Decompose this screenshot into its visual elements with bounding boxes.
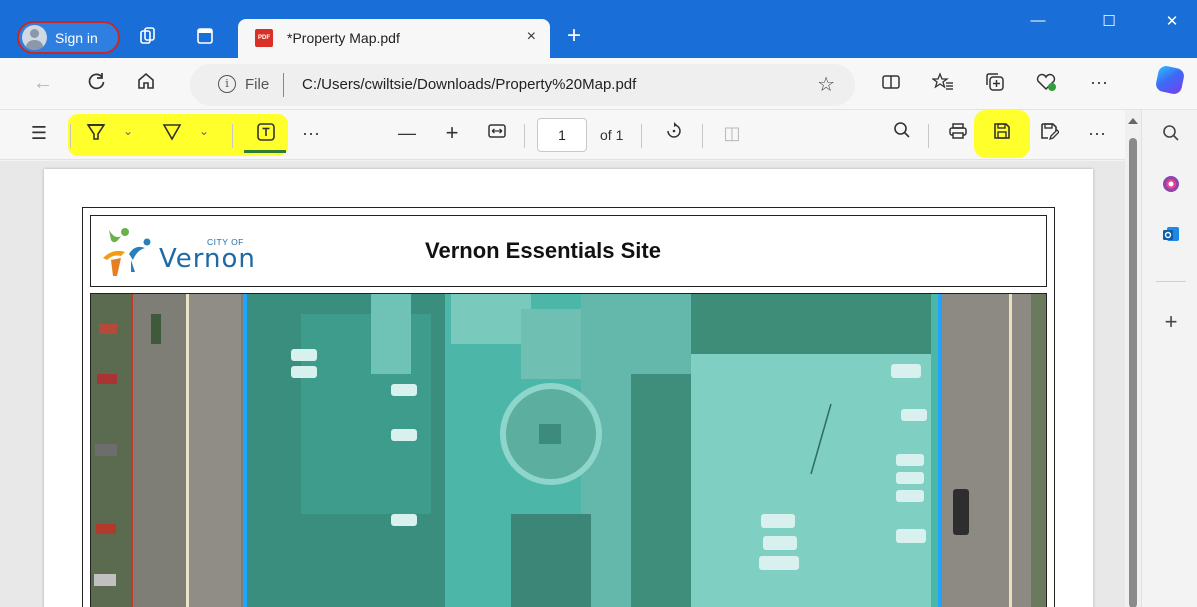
profile-avatar-icon <box>22 25 47 50</box>
contents-icon[interactable]: ☰ <box>27 121 51 145</box>
site-info-icon[interactable]: i <box>218 75 236 93</box>
save-as-icon[interactable] <box>1037 121 1061 145</box>
minimize-button[interactable]: — <box>1023 12 1053 29</box>
workspaces-icon[interactable] <box>137 26 159 48</box>
logo-vernon: Vernon <box>159 244 256 274</box>
toolbar-divider <box>70 124 71 148</box>
office-icon[interactable] <box>1159 174 1183 198</box>
tab-close-icon[interactable]: × <box>527 28 536 46</box>
toolbar-divider <box>524 124 525 148</box>
map-title: Vernon Essentials Site <box>425 238 661 263</box>
draw-icon[interactable] <box>160 121 184 145</box>
zoom-out-button[interactable]: — <box>395 121 419 145</box>
highlight-icon[interactable] <box>84 121 108 145</box>
scheme-label: File <box>245 76 270 93</box>
pdf-more-options-icon[interactable]: ··· <box>1085 121 1109 145</box>
browser-essentials-icon[interactable] <box>1033 72 1059 97</box>
settings-more-icon[interactable]: ··· <box>1086 72 1112 93</box>
favorite-star-icon[interactable]: ☆ <box>817 72 835 97</box>
pdf-file-icon: PDF <box>255 29 273 47</box>
pdf-page: CITY OF Vernon Vernon Essentials Site <box>44 169 1093 607</box>
toolbar-divider <box>641 124 642 148</box>
vertical-scrollbar[interactable] <box>1125 110 1141 607</box>
scroll-up-arrow-icon[interactable] <box>1128 118 1138 124</box>
search-icon[interactable] <box>890 121 914 145</box>
back-button[interactable]: ← <box>30 72 56 95</box>
scroll-thumb[interactable] <box>1129 138 1137 607</box>
sign-in-button[interactable]: Sign in <box>17 21 120 54</box>
edge-sidebar: + <box>1141 110 1197 607</box>
vernon-logo-mark-icon <box>103 228 151 276</box>
collections-icon[interactable] <box>982 72 1008 97</box>
favorites-icon[interactable] <box>930 72 956 97</box>
toolbar-divider <box>232 124 233 148</box>
tab-actions-icon[interactable] <box>194 26 216 48</box>
outlook-icon[interactable] <box>1159 224 1183 248</box>
address-bar[interactable]: i File C:/Users/cwiltsie/Downloads/Prope… <box>190 64 855 106</box>
title-bar: Sign in PDF *Property Map.pdf × + — ☐ ✕ <box>0 0 1197 58</box>
city-of-vernon-logo: CITY OF Vernon <box>101 224 271 282</box>
new-tab-button[interactable]: + <box>567 22 581 50</box>
sign-in-label: Sign in <box>55 29 98 46</box>
aerial-map-image <box>90 293 1047 607</box>
close-window-button[interactable]: ✕ <box>1157 12 1187 30</box>
address-separator <box>283 73 284 97</box>
maximize-button[interactable]: ☐ <box>1094 12 1124 30</box>
fit-width-icon[interactable] <box>485 121 509 145</box>
url-text[interactable]: C:/Users/cwiltsie/Downloads/Property%20M… <box>302 76 636 93</box>
pdf-toolbar: ☰ ⌄ ⌄ ··· — + 1 of 1 ◫ ··· <box>0 110 1125 160</box>
sidebar-search-icon[interactable] <box>1159 124 1183 148</box>
add-sidebar-app-icon[interactable]: + <box>1159 310 1183 334</box>
address-toolbar: ← i File C:/Users/cwiltsie/Downloads/Pro… <box>0 58 1197 110</box>
text-tool-active-indicator <box>244 150 286 153</box>
draw-options-chevron-icon[interactable]: ⌄ <box>199 124 209 138</box>
highlight-options-chevron-icon[interactable]: ⌄ <box>123 124 133 138</box>
page-count-label: of 1 <box>600 127 624 143</box>
refresh-button[interactable] <box>84 71 110 97</box>
add-text-icon[interactable] <box>254 121 278 145</box>
home-button[interactable] <box>133 71 159 97</box>
save-icon[interactable] <box>990 121 1014 145</box>
toolbar-divider <box>928 124 929 148</box>
more-tools-icon[interactable]: ··· <box>299 121 323 145</box>
tab-title: *Property Map.pdf <box>287 30 400 46</box>
map-header: CITY OF Vernon Vernon Essentials Site <box>90 215 1047 287</box>
pdf-viewer[interactable]: CITY OF Vernon Vernon Essentials Site <box>0 161 1125 607</box>
print-icon[interactable] <box>946 121 970 145</box>
toolbar-divider <box>702 124 703 148</box>
page-view-icon[interactable]: ◫ <box>720 121 744 145</box>
split-screen-icon[interactable] <box>878 72 904 97</box>
zoom-in-button[interactable]: + <box>440 121 464 145</box>
tab-property-map[interactable]: PDF *Property Map.pdf × <box>238 19 550 58</box>
page-number-input[interactable]: 1 <box>537 118 587 152</box>
browser-window: Sign in PDF *Property Map.pdf × + — ☐ ✕ … <box>0 0 1197 607</box>
sidebar-divider <box>1156 281 1186 282</box>
rotate-icon[interactable] <box>662 121 686 145</box>
